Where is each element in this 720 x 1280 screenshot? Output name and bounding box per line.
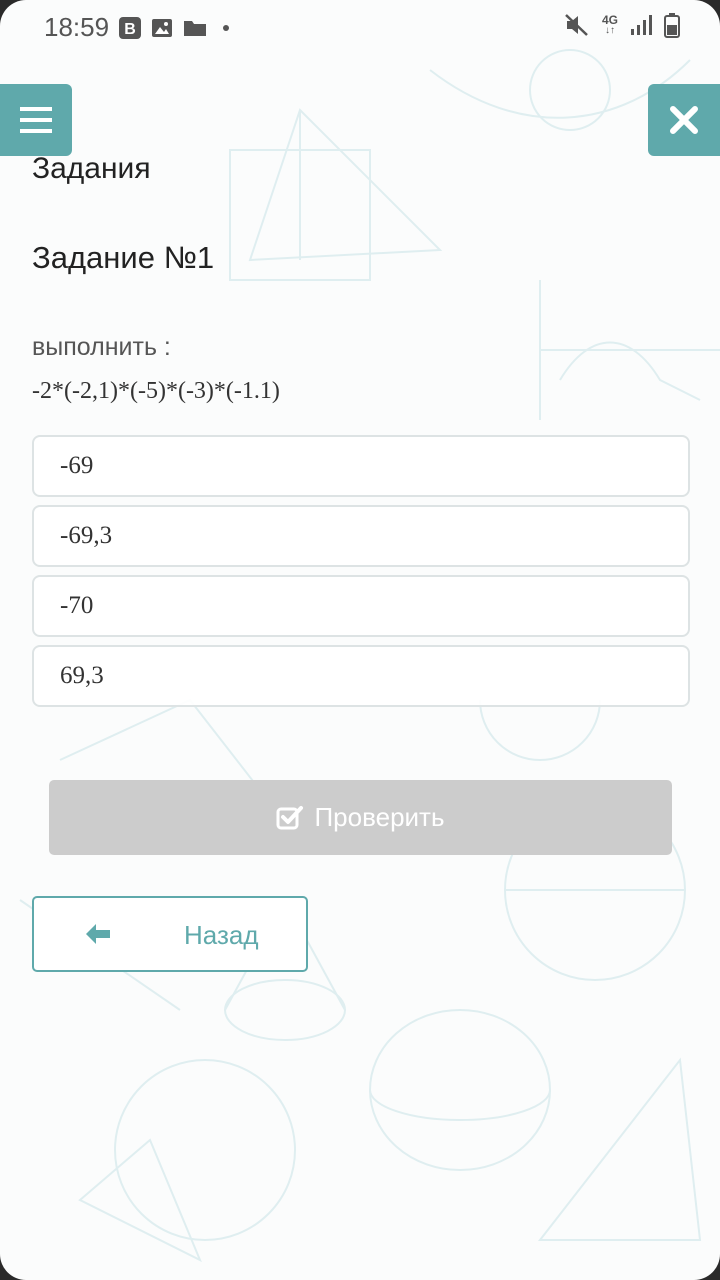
dot-icon xyxy=(223,25,229,31)
arrow-left-icon xyxy=(86,924,110,944)
vk-icon: B xyxy=(119,17,141,39)
image-icon xyxy=(152,19,172,37)
menu-button[interactable] xyxy=(0,84,72,156)
status-time: 18:59 xyxy=(44,12,110,42)
back-button-label: Назад xyxy=(184,920,259,950)
task-prompt: выполнить : xyxy=(32,333,171,361)
answer-option[interactable]: -69,3 xyxy=(32,505,690,567)
answer-options: -69 -69,3 -70 69,3 xyxy=(32,435,690,715)
task-expression: -2*(-2,1)*(-5)*(-3)*(-1.1) xyxy=(32,378,280,404)
status-right-icons: 4G ↓↑ xyxy=(564,12,680,38)
check-square-icon xyxy=(276,805,304,829)
signal-icon xyxy=(631,15,652,35)
answer-option[interactable]: -69 xyxy=(32,435,690,497)
task-title: Задание №1 xyxy=(32,240,215,275)
status-bar: 18:59 B 4G ↓↑ xyxy=(0,0,720,56)
mute-icon xyxy=(565,14,588,36)
answer-option-label: -70 xyxy=(60,592,94,619)
svg-text:B: B xyxy=(124,21,136,38)
answer-option-label: 69,3 xyxy=(60,662,104,689)
network-arrows: ↓↑ xyxy=(604,25,615,36)
answer-option-label: -69,3 xyxy=(60,522,113,549)
battery-icon xyxy=(664,13,680,38)
check-button[interactable]: Проверить xyxy=(49,780,672,855)
answer-option[interactable]: 69,3 xyxy=(32,645,690,707)
hamburger-menu-icon xyxy=(20,107,52,133)
section-title: Задания xyxy=(32,152,151,185)
answer-option[interactable]: -70 xyxy=(32,575,690,637)
check-button-label: Проверить xyxy=(314,802,445,832)
back-button[interactable]: Назад xyxy=(32,896,308,972)
answer-option-label: -69 xyxy=(60,452,94,479)
close-icon xyxy=(670,106,698,134)
network-4g-icon: 4G ↓↑ xyxy=(602,14,618,36)
app-screen: 18:59 B 4G ↓↑ Задания Задание №1 выполни… xyxy=(0,0,720,1280)
close-button[interactable] xyxy=(648,84,720,156)
folder-icon xyxy=(184,21,206,36)
